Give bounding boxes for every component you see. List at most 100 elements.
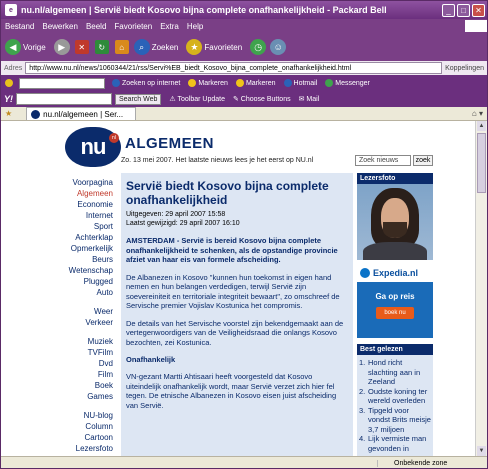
home-icon[interactable]: ⌂ [114,40,129,54]
window-title: nu.nl/algemeen | Servië biedt Kosovo bij… [21,5,387,15]
article: Servië biedt Kosovo bijna complete onafh… [121,173,353,456]
nav-verkeer[interactable]: Verkeer [61,317,113,328]
yahoo-search-input[interactable] [16,93,112,105]
nav-nu-blog[interactable]: NU-blog [61,410,113,421]
nav-weer[interactable]: Weer [61,306,113,317]
scroll-up-icon[interactable]: ▲ [477,121,486,131]
ie-icon: e [5,4,17,16]
messenger-button[interactable]: Messenger [321,79,374,87]
article-title: Servië biedt Kosovo bijna complete onafh… [126,179,329,207]
nav-plugged[interactable]: Plugged [61,276,113,287]
tab-bar: ★ nu.nl/algemeen | Ser... ⌂ ▾ [1,107,487,121]
mail-button[interactable]: ✉ Mail [295,95,324,103]
menu-favorieten[interactable]: Favorieten [110,22,156,31]
search-web-button[interactable]: Search Web [115,93,162,105]
nav-cartoon[interactable]: Cartoon [61,432,113,443]
news-search-input[interactable]: Zoek nieuws [355,155,411,166]
nav-sport[interactable]: Sport [61,221,113,232]
favorites-star-icon[interactable]: ★ [186,39,203,55]
menu-bewerken[interactable]: Bewerken [38,22,82,31]
toolbar-update-button[interactable]: ⚠ Toolbar Update [165,95,229,103]
nav-beurs[interactable]: Beurs [61,254,113,265]
list-item[interactable]: 1. Hond richt slachting aan in Zeeland [359,358,431,387]
article-modified: Laatst gewijzigd: 29 april 2007 16:10 [126,220,240,227]
search-internet-button[interactable]: Zoeken op internet [108,79,184,87]
nav-games[interactable]: Games [61,391,113,402]
favorites-center-icon[interactable]: ★ [1,109,12,118]
expedia-logo: Expedia.nl [357,264,433,282]
nav-muziek[interactable]: Muziek [61,336,113,347]
search-toolbar: Zoeken op internet Markeren Markeren Hot… [1,75,487,91]
refresh-icon[interactable]: ↻ [94,40,109,54]
nav-boek[interactable]: Boek [61,380,113,391]
book-now-button[interactable]: boek nu [376,307,414,319]
article-paragraph-1: De Albanezen in Kosovo "kunnen hun toeko… [126,272,340,311]
article-subhead: Onafhankelijk [126,355,176,364]
address-input[interactable]: http://www.nu.nl/news/1060344/21/rss/Ser… [25,62,443,74]
list-item[interactable]: 4. Lijk vermiste man gevonden in [359,434,431,453]
nav-opmerkelijk[interactable]: Opmerkelijk [61,243,113,254]
toolbar-logo-icon [1,79,19,87]
nav-wetenschap[interactable]: Wetenschap [61,265,113,276]
nav-lezersfoto[interactable]: Lezersfoto [61,443,113,454]
browser-window: e nu.nl/algemeen | Servië biedt Kosovo b… [0,0,488,469]
most-read-title: Best gelezen [357,344,433,355]
yahoo-logo[interactable]: Y! [1,94,16,104]
list-item[interactable]: 3. Tipgeld voor vondst Brits meisje 3,7 m… [359,406,431,435]
scroll-thumb[interactable] [477,133,486,193]
dateline: Zo. 13 mei 2007. Het laatste nieuws lees… [121,157,314,164]
maximize-button[interactable]: □ [457,3,470,17]
toolbar-search-input[interactable] [19,77,105,89]
section-title: ALGEMEEN [125,135,215,152]
nu-favicon-icon [31,109,41,119]
left-navigation: Voorpagina Algemeen Economie Internet Sp… [61,177,113,454]
nav-tvfilm[interactable]: TVFilm [61,347,113,358]
nav-auto[interactable]: Auto [61,287,113,298]
reader-photo[interactable] [357,184,433,260]
search-icon[interactable]: ⌕ [133,39,150,55]
history-icon[interactable]: ◷ [250,39,267,55]
hotmail-button[interactable]: Hotmail [280,79,322,87]
stop-icon[interactable]: ✕ [74,40,89,54]
menu-extra[interactable]: Extra [156,22,183,31]
choose-buttons-button[interactable]: ✎ Choose Buttons [229,95,295,103]
security-zone: Onbekende zone [377,459,487,467]
back-button-label[interactable]: Vorige [23,43,46,52]
vertical-scrollbar[interactable]: ▲ ▼ [475,121,487,456]
forward-arrow-icon[interactable]: ▶ [53,39,70,55]
menu-help[interactable]: Help [183,22,207,31]
nav-film[interactable]: Film [61,369,113,380]
users-icon[interactable]: ☺ [270,39,287,55]
mark-button-1[interactable]: Markeren [184,79,232,87]
favorites-button-label[interactable]: Favorieten [204,43,242,52]
nav-economie[interactable]: Economie [61,199,113,210]
menu-beeld[interactable]: Beeld [82,22,110,31]
nav-internet[interactable]: Internet [61,210,113,221]
menu-bar: Bestand Bewerken Beeld Favorieten Extra … [1,19,487,33]
list-item[interactable]: 2. Oudste koning ter wereld overleden [359,387,431,406]
nav-dvd[interactable]: Dvd [61,358,113,369]
nav-achterklap[interactable]: Achterklap [61,232,113,243]
expedia-ad[interactable]: Expedia.nl Ga op reis boek nu [357,264,433,338]
article-lead: AMSTERDAM - Servië is bereid Kosovo bijn… [126,236,338,264]
minimize-button[interactable]: _ [442,3,455,17]
windows-logo-icon [465,20,487,32]
right-column: Lezersfoto Expedia.nl Ga op reis boek nu… [357,173,433,456]
menu-bestand[interactable]: Bestand [1,22,38,31]
tab-nu-algemeen[interactable]: nu.nl/algemeen | Ser... [26,107,137,120]
back-arrow-icon[interactable]: ◀ [5,39,21,55]
search-button-label[interactable]: Zoeken [152,43,179,52]
mark-button-2[interactable]: Markeren [232,79,280,87]
news-search-button[interactable]: zoek [413,155,433,166]
nav-column[interactable]: Column [61,421,113,432]
most-read-box: Best gelezen 1. Hond richt slachting aan … [357,344,433,456]
navigation-toolbar: ◀ Vorige ▶ ✕ ↻ ⌂ ⌕ Zoeken ★ Favorieten ◷… [1,33,487,61]
nav-voorpagina[interactable]: Voorpagina [61,177,113,188]
page-content: nu nl ALGEMEEN Zo. 13 mei 2007. Het laat… [1,121,475,456]
nav-algemeen[interactable]: Algemeen [61,188,113,199]
links-label[interactable]: Koppelingen [442,65,487,72]
page-tools-icon[interactable]: ⌂ ▾ [472,109,487,118]
address-bar: Adres http://www.nu.nl/news/1060344/21/r… [1,61,487,75]
scroll-down-icon[interactable]: ▼ [477,446,486,456]
close-button[interactable]: ✕ [472,3,485,17]
